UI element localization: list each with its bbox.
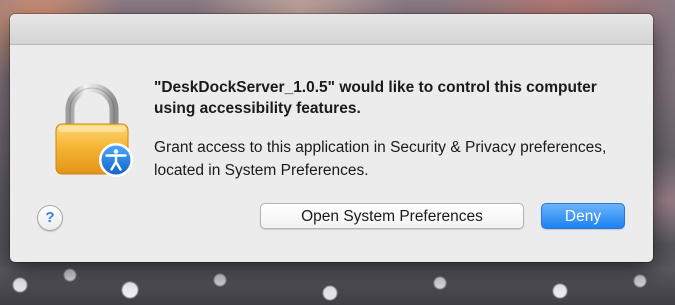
help-button[interactable]: ? <box>37 205 63 231</box>
open-system-preferences-button[interactable]: Open System Preferences <box>260 203 524 229</box>
accessibility-permission-dialog: "DeskDockServer_1.0.5" would like to con… <box>10 14 653 262</box>
lock-icon <box>50 80 140 180</box>
dialog-message: "DeskDockServer_1.0.5" would like to con… <box>154 79 597 117</box>
dialog-titlebar <box>10 14 653 45</box>
dialog-informative-text: Grant access to this application in Secu… <box>154 139 607 179</box>
accessibility-icon <box>99 143 133 177</box>
deny-button[interactable]: Deny <box>541 203 625 229</box>
